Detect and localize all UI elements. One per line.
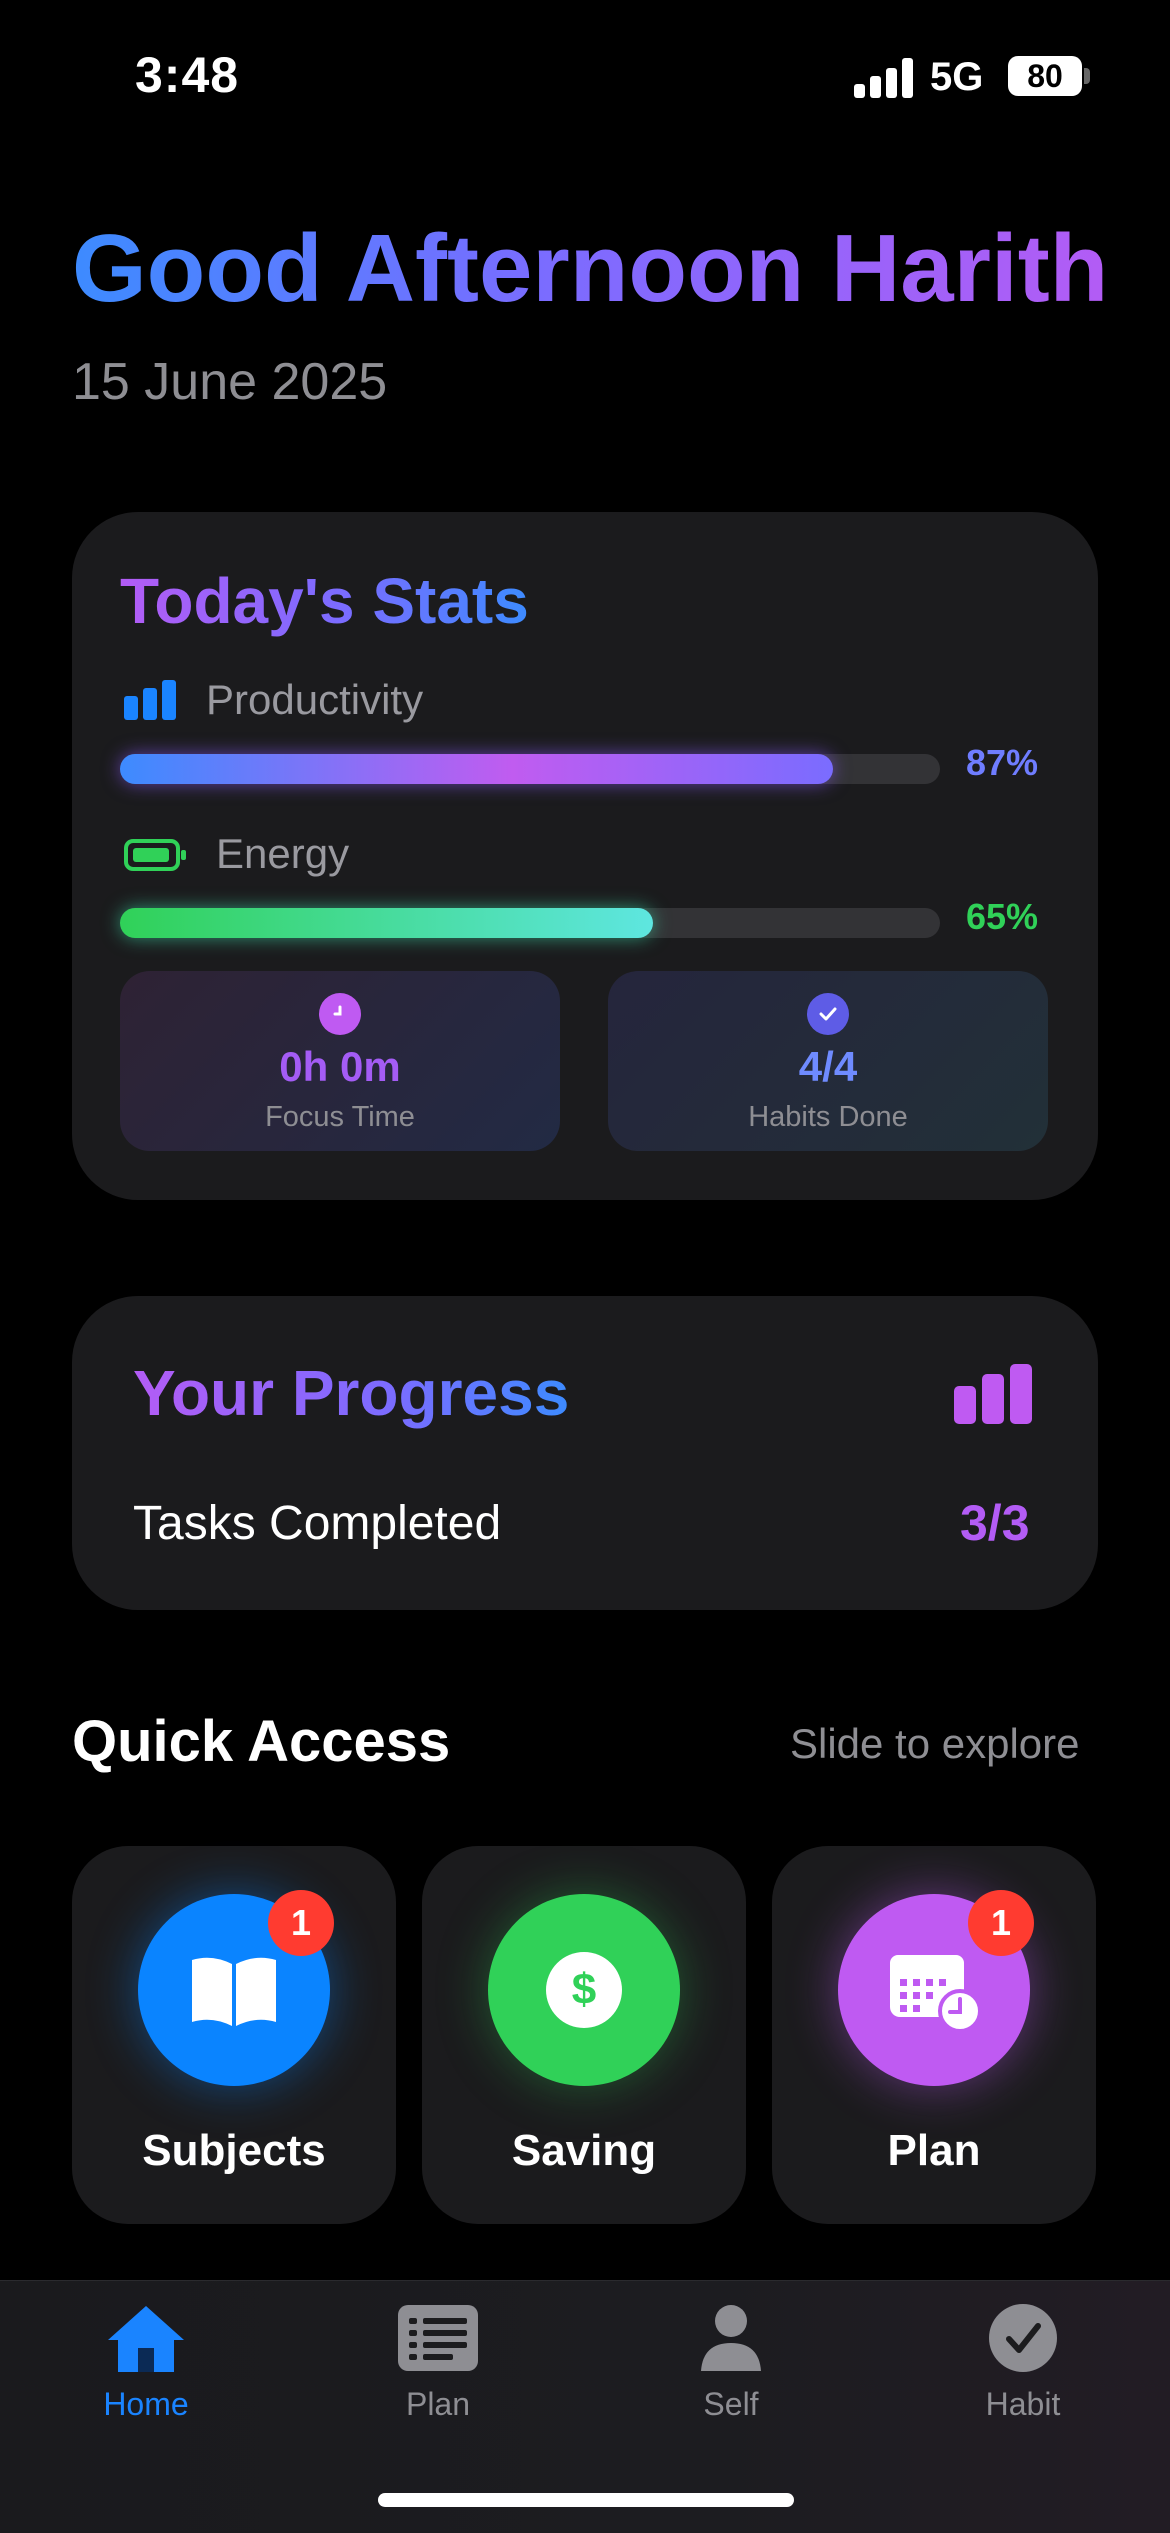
productivity-fill <box>120 754 834 784</box>
tab-habit[interactable]: Habit <box>923 2298 1123 2423</box>
productivity-label: Productivity <box>206 676 424 723</box>
habits-done-label: Habits Done <box>748 1101 908 1133</box>
energy-label: Energy <box>216 830 350 877</box>
tab-self-label: Self <box>703 2386 759 2422</box>
battery-level: 80 <box>1027 57 1063 94</box>
progress-chart-icon <box>954 1364 1032 1424</box>
subjects-badge: 1 <box>268 1890 334 1956</box>
tab-plan-label: Plan <box>405 2386 471 2422</box>
list-icon <box>338 2298 538 2378</box>
tab-home-label: Home <box>103 2386 189 2422</box>
tab-home[interactable]: Home <box>46 2298 246 2423</box>
tab-plan[interactable]: Plan <box>338 2298 538 2423</box>
habits-done-tile[interactable]: 4/4 Habits Done <box>608 971 1048 1151</box>
battery-cap <box>1084 68 1090 84</box>
saving-label: Saving <box>511 2126 657 2175</box>
productivity-track <box>120 754 940 784</box>
quick-access-title: Quick Access <box>72 1709 451 1774</box>
progress-title: Your Progress <box>133 1357 570 1429</box>
tasks-completed-label: Tasks Completed <box>133 1497 502 1550</box>
clock-icon <box>319 993 361 1035</box>
person-icon <box>631 2298 831 2378</box>
checkmark-icon <box>807 993 849 1035</box>
saving-tile[interactable]: $ Saving <box>422 1846 746 2224</box>
plan-badge: 1 <box>968 1890 1034 1956</box>
status-time: 3:48 <box>135 47 240 103</box>
tab-self[interactable]: Self <box>631 2298 831 2423</box>
svg-text:$: $ <box>572 1965 596 2014</box>
date-label: 15 June 2025 <box>72 353 388 411</box>
network-type: 5G <box>930 55 984 99</box>
energy-value: 65% <box>966 896 1039 937</box>
tasks-completed-value: 3/3 <box>960 1495 1030 1551</box>
focus-time-tile[interactable]: 0h 0m Focus Time <box>120 971 560 1151</box>
battery-icon: 80 <box>1008 56 1082 96</box>
tab-habit-label: Habit <box>985 2386 1061 2422</box>
house-icon <box>46 2298 246 2378</box>
your-progress-card[interactable] <box>72 1296 1098 1610</box>
battery-energy-icon <box>124 839 186 871</box>
signal-icon <box>854 58 914 98</box>
greeting-title: Good Afternoon Harith <box>72 215 1109 322</box>
bar-chart-icon <box>124 680 176 720</box>
subjects-label: Subjects <box>142 2126 326 2175</box>
slide-hint: Slide to explore <box>790 1720 1080 1767</box>
focus-time-value: 0h 0m <box>279 1043 401 1090</box>
focus-time-label: Focus Time <box>265 1101 415 1133</box>
habits-done-value: 4/4 <box>798 1043 858 1090</box>
dollar-icon: $ <box>488 1894 680 2086</box>
productivity-value: 87% <box>966 742 1039 783</box>
plan-tile[interactable]: 1 Plan <box>772 1846 1096 2224</box>
energy-track <box>120 908 940 938</box>
subjects-tile[interactable]: 1 Subjects <box>72 1846 396 2224</box>
energy-fill <box>120 908 653 938</box>
home-indicator[interactable] <box>378 2493 794 2507</box>
plan-label: Plan <box>887 2126 981 2175</box>
checkmark-circle-icon <box>923 2298 1123 2378</box>
stats-title: Today's Stats <box>120 565 529 637</box>
